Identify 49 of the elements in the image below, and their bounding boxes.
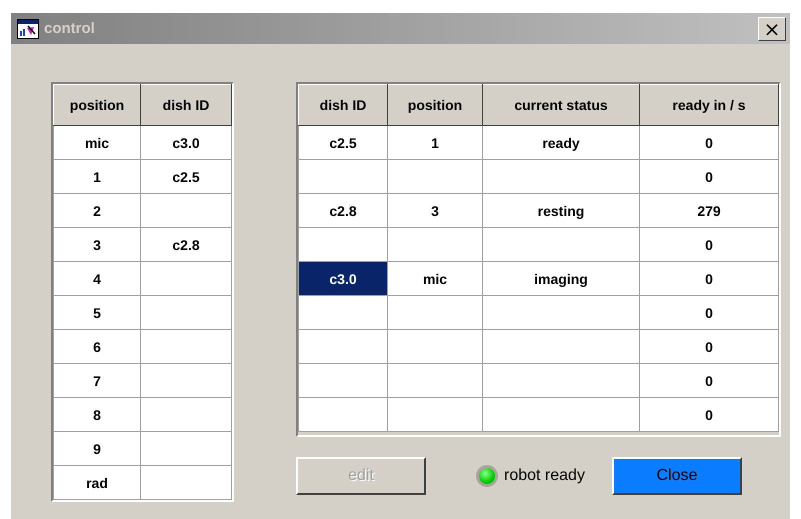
table-cell[interactable]: 279 <box>640 194 778 228</box>
column-header[interactable]: ready in / s <box>640 84 778 126</box>
table-cell[interactable]: 1 <box>54 160 140 194</box>
table-cell[interactable]: c2.8 <box>140 228 232 262</box>
table-cell[interactable]: 6 <box>54 330 140 364</box>
table-cell[interactable]: resting <box>482 194 640 228</box>
table-cell[interactable]: 0 <box>640 330 778 364</box>
table-cell[interactable] <box>298 296 388 330</box>
table-cell[interactable]: 0 <box>640 398 778 432</box>
table-cell[interactable]: 0 <box>640 228 778 262</box>
table-cell[interactable]: 0 <box>640 262 778 296</box>
table-cell[interactable]: 0 <box>640 126 778 160</box>
table-cell[interactable]: 9 <box>54 432 140 466</box>
table-cell[interactable]: 5 <box>54 296 140 330</box>
table-cell[interactable]: 7 <box>54 364 140 398</box>
table-cell[interactable]: ready <box>482 126 640 160</box>
table-cell[interactable]: c2.5 <box>298 126 388 160</box>
window-title: control <box>44 20 96 37</box>
table-cell[interactable] <box>298 330 388 364</box>
table-cell[interactable]: c3.0 <box>140 126 232 160</box>
table-cell[interactable]: 4 <box>54 262 140 296</box>
column-header[interactable]: dish ID <box>298 84 388 126</box>
table-cell[interactable]: mic <box>54 126 140 160</box>
close-button[interactable]: Close <box>612 457 742 495</box>
close-button[interactable]: × <box>758 16 786 40</box>
table-cell[interactable]: mic <box>388 262 482 296</box>
column-header[interactable]: position <box>388 84 482 126</box>
table-cell[interactable]: 3 <box>388 194 482 228</box>
table-cell[interactable]: c2.8 <box>298 194 388 228</box>
table-cell[interactable]: rad <box>54 466 140 500</box>
table-cell[interactable]: 2 <box>54 194 140 228</box>
table-cell[interactable] <box>298 398 388 432</box>
robot-status-label: robot ready <box>504 467 585 485</box>
table-cell[interactable]: 0 <box>640 296 778 330</box>
app-icon <box>17 18 39 38</box>
column-header[interactable]: dish ID <box>140 84 232 126</box>
column-header[interactable]: current status <box>482 84 640 126</box>
table-cell[interactable]: c3.0 <box>298 262 388 296</box>
table-cell[interactable]: 8 <box>54 398 140 432</box>
table-cell[interactable] <box>298 228 388 262</box>
table-cell[interactable]: 1 <box>388 126 482 160</box>
table-cell[interactable] <box>298 364 388 398</box>
column-header[interactable]: position <box>54 84 140 126</box>
table-cell[interactable]: 0 <box>640 160 778 194</box>
table-cell[interactable]: 3 <box>54 228 140 262</box>
table-cell[interactable]: imaging <box>482 262 640 296</box>
table-cell[interactable] <box>298 160 388 194</box>
table-cell[interactable]: 0 <box>640 364 778 398</box>
table-cell[interactable]: c2.5 <box>140 160 232 194</box>
